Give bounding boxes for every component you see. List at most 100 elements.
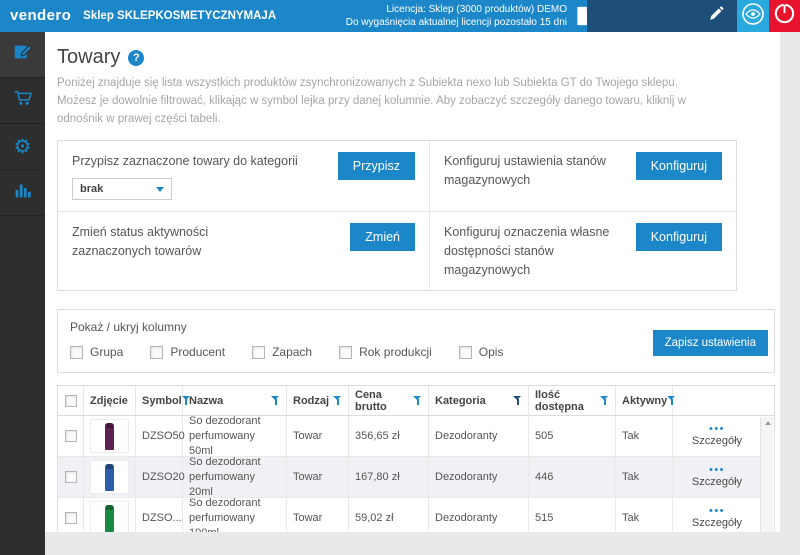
zapach-label: Zapach <box>272 345 312 359</box>
preview-shop-button[interactable] <box>737 0 769 32</box>
table-scrollbar[interactable] <box>760 417 773 532</box>
filter-funnel-icon[interactable] <box>271 396 280 406</box>
stock-settings-label: Konfiguruj ustawienia stanów magazynowyc… <box>444 152 622 190</box>
column-option-grupa: Grupa <box>70 345 123 359</box>
grupa-checkbox[interactable] <box>70 346 83 359</box>
row-checkbox[interactable] <box>65 471 77 483</box>
filter-funnel-icon[interactable] <box>333 396 342 406</box>
cart-icon <box>12 87 34 114</box>
details-link[interactable]: Szczegóły <box>692 516 742 531</box>
app-window: vendero Sklep SKLEPKOSMETYCZNYMAJA Licen… <box>0 0 800 555</box>
assign-button[interactable]: Przypisz <box>338 152 415 180</box>
table-row: DZSO... So dezodorant perfumowany 100ml … <box>58 498 761 532</box>
logout-button[interactable] <box>769 0 800 32</box>
cell-price: 356,65 zł <box>349 416 429 456</box>
license-line2: Do wygaśnięcia aktualnej licencji pozost… <box>346 16 567 29</box>
cell-symbol: DZSO50 <box>136 416 183 456</box>
header-kategoria: Kategoria <box>429 386 529 415</box>
cell-category: Dezodoranty <box>429 416 529 456</box>
configure-stock-button[interactable]: Konfiguruj <box>636 152 722 180</box>
table-row: DZSO20 So dezodorant perfumowany 20ml To… <box>58 457 761 498</box>
producent-label: Producent <box>170 345 225 359</box>
page-description: Poniżej znajduje się lista wszystkich pr… <box>57 75 715 128</box>
filter-funnel-icon[interactable] <box>600 396 609 406</box>
product-image <box>90 460 129 494</box>
filter-funnel-icon[interactable] <box>413 396 422 406</box>
producent-checkbox[interactable] <box>150 346 163 359</box>
row-menu-dots[interactable]: ••• <box>709 425 725 433</box>
products-table: Zdjęcie Symbol Nazwa Rodzaj Cena brutto … <box>57 385 775 532</box>
table-row: DZSO50 So dezodorant perfumowany 50ml To… <box>58 416 761 457</box>
sidebar-item-products[interactable] <box>0 32 45 78</box>
change-status-label: Zmień status aktywności zaznaczonych tow… <box>72 223 272 261</box>
cell-symbol: DZSO20 <box>136 457 183 497</box>
details-link[interactable]: Szczegóły <box>692 475 742 490</box>
cell-quantity: 446 <box>529 457 616 497</box>
page-title: Towary <box>57 46 120 69</box>
scroll-up-icon[interactable] <box>765 421 771 425</box>
select-all-checkbox[interactable] <box>65 395 77 407</box>
active-filter-funnel-icon[interactable] <box>513 396 522 406</box>
filter-funnel-icon[interactable] <box>667 396 676 406</box>
cell-active: Tak <box>616 498 673 532</box>
header-zdjecie: Zdjęcie <box>84 386 136 415</box>
category-dropdown[interactable]: brak <box>72 178 172 200</box>
details-link[interactable]: Szczegóły <box>692 434 742 449</box>
sidebar-item-settings[interactable]: ⚙ <box>0 124 45 170</box>
header-rodzaj: Rodzaj <box>287 386 349 415</box>
cell-category: Dezodoranty <box>429 457 529 497</box>
license-line1: Licencja: Sklep (3000 produktów) DEMO <box>346 3 567 16</box>
topbar: vendero Sklep SKLEPKOSMETYCZNYMAJA Licen… <box>0 0 800 32</box>
cell-price: 167,80 zł <box>349 457 429 497</box>
cell-active: Tak <box>616 457 673 497</box>
filter-funnel-icon[interactable] <box>182 396 191 406</box>
header-symbol: Symbol <box>136 386 183 415</box>
shop-name-label: Sklep SKLEPKOSMETYCZNYMAJA <box>83 0 276 32</box>
rok-produkcji-label: Rok produkcji <box>359 345 432 359</box>
bottle-shape <box>105 464 114 491</box>
license-document-icon[interactable] <box>567 0 587 32</box>
change-status-button[interactable]: Zmień <box>350 223 415 251</box>
grupa-label: Grupa <box>90 345 123 359</box>
header-details-spacer <box>673 386 774 415</box>
sidebar-item-statistics[interactable] <box>0 170 45 216</box>
main-content: Towary ? Poniżej znajduje się lista wszy… <box>45 32 780 532</box>
help-icon[interactable]: ? <box>128 50 144 66</box>
product-image <box>90 419 129 453</box>
table-body: DZSO50 So dezodorant perfumowany 50ml To… <box>58 416 761 532</box>
cell-name: So dezodorant perfumowany 100ml <box>183 498 287 532</box>
change-status-section: Zmień status aktywności zaznaczonych tow… <box>58 212 430 290</box>
gear-icon: ⚙ <box>14 137 32 157</box>
row-checkbox[interactable] <box>65 512 77 524</box>
opis-label: Opis <box>479 345 504 359</box>
zapach-checkbox[interactable] <box>252 346 265 359</box>
category-dropdown-value: brak <box>80 183 103 195</box>
header-nazwa: Nazwa <box>183 386 287 415</box>
header-aktywny: Aktywny <box>616 386 673 415</box>
cell-active: Tak <box>616 416 673 456</box>
column-option-opis: Opis <box>459 345 504 359</box>
configure-availability-button[interactable]: Konfiguruj <box>636 223 722 251</box>
row-menu-dots[interactable]: ••• <box>709 507 725 515</box>
assign-category-section: Przypisz zaznaczone towary do kategorii … <box>58 141 430 212</box>
save-settings-button[interactable]: Zapisz ustawienia <box>653 330 768 356</box>
sidebar-item-orders[interactable] <box>0 78 45 124</box>
row-checkbox[interactable] <box>65 430 77 442</box>
bottle-shape <box>105 505 114 532</box>
row-menu-dots[interactable]: ••• <box>709 466 725 474</box>
cell-category: Dezodoranty <box>429 498 529 532</box>
product-image <box>90 501 129 532</box>
edit-products-icon <box>12 41 34 68</box>
chevron-down-icon <box>156 187 164 192</box>
cell-symbol: DZSO... <box>136 498 183 532</box>
cell-quantity: 505 <box>529 416 616 456</box>
stock-settings-section: Konfiguruj ustawienia stanów magazynowyc… <box>430 141 736 212</box>
rok-produkcji-checkbox[interactable] <box>339 346 352 359</box>
availability-label: Konfiguruj oznaczenia własne dostępności… <box>444 223 622 279</box>
opis-checkbox[interactable] <box>459 346 472 359</box>
cell-quantity: 515 <box>529 498 616 532</box>
cell-name: So dezodorant perfumowany 20ml <box>183 457 287 497</box>
bottle-shape <box>105 423 114 450</box>
pencil-icon[interactable] <box>708 5 725 27</box>
eye-icon <box>741 2 765 31</box>
